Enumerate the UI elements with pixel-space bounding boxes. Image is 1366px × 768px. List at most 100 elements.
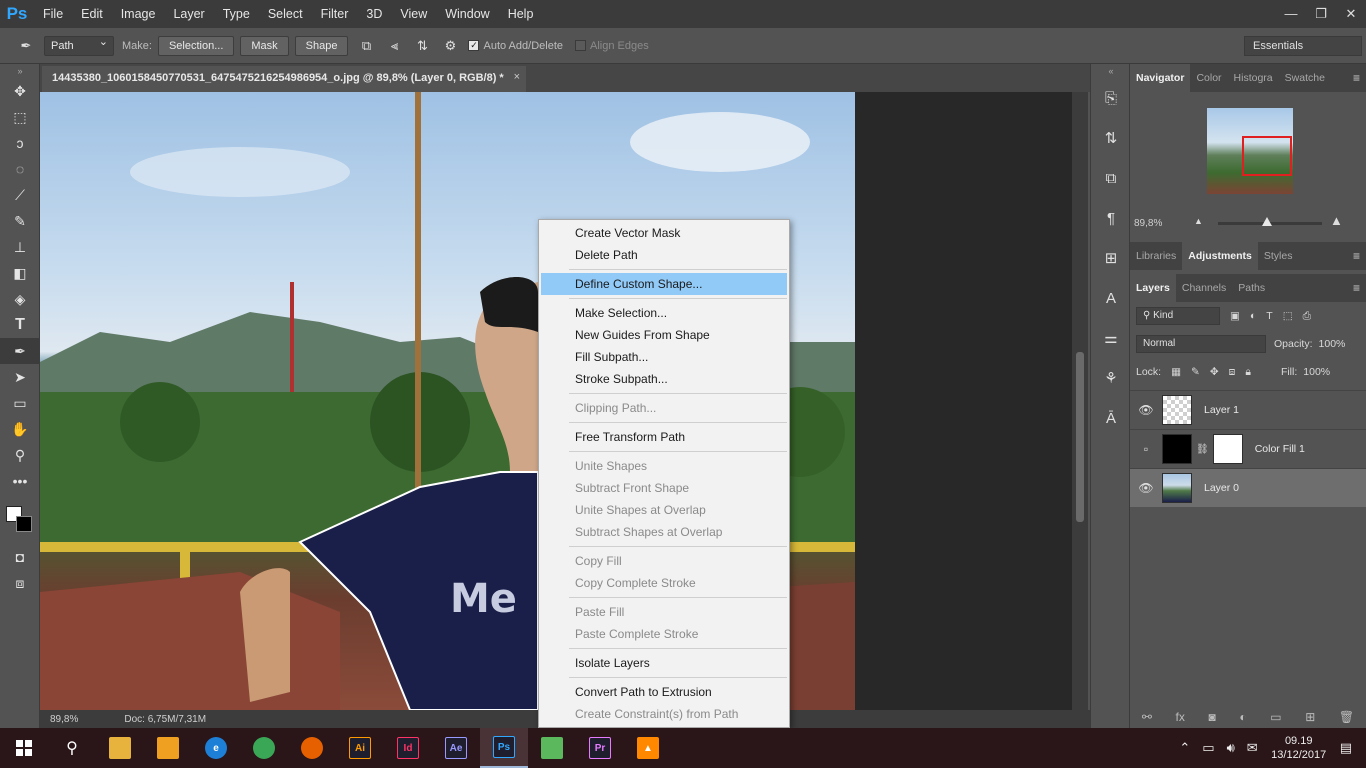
tool-presets-icon[interactable]: ⚌ [1091,318,1131,358]
panel-menu-icon[interactable]: ≡ [1353,242,1360,270]
marquee-tool-icon[interactable]: ⬚ [0,104,40,130]
status-zoom[interactable]: 89,8% [50,714,78,725]
brush-presets-icon[interactable]: ⇅ [1091,118,1131,158]
eyedropper-tool-icon[interactable]: ⟋ [0,182,40,208]
layer-thumbnail[interactable] [1162,395,1192,425]
panel-menu-icon[interactable]: ≡ [1353,64,1360,92]
windows-start-icon[interactable] [0,728,48,768]
ctx-item-define-custom-shape[interactable]: Define Custom Shape... [541,273,787,295]
eye-icon[interactable]: 👁︎ [1130,403,1162,417]
zoom-out-icon[interactable]: ▲ [1194,216,1203,226]
edge-icon[interactable]: e [192,728,240,768]
layer-row[interactable]: ▫ ⛓ Color Fill 1 [1130,429,1366,468]
pen-tool-preset-icon[interactable]: ✒ [16,36,36,56]
ctx-item-create-vector-mask[interactable]: Create Vector Mask [541,222,787,244]
panel-menu-icon[interactable]: ≡ [1353,274,1360,302]
file-explorer-icon[interactable] [96,728,144,768]
eye-icon[interactable]: 👁︎ [1130,481,1162,495]
filter-pixel-icon[interactable]: ▣ [1230,310,1240,322]
make-shape-button[interactable]: Shape [294,35,349,56]
workspace-select[interactable]: Essentials [1244,36,1362,56]
menu-layer[interactable]: Layer [164,0,213,28]
menu-help[interactable]: Help [499,0,543,28]
collapse-icon[interactable]: » [0,64,40,78]
tab-layers[interactable]: Layers [1130,274,1176,302]
photoshop-icon[interactable]: Ps [480,728,528,768]
menu-view[interactable]: View [391,0,436,28]
ctx-item-convert-path-to-extrusion[interactable]: Convert Path to Extrusion [541,681,787,703]
rectangle-tool-icon[interactable]: ▭ [0,390,40,416]
make-mask-button[interactable]: Mask [240,35,289,56]
layer-mask-thumbnail[interactable] [1212,434,1243,464]
menu-type[interactable]: Type [214,0,259,28]
trash-icon[interactable]: 🗑︎ [1339,710,1354,724]
fill-value[interactable]: 100% [1303,366,1330,378]
tab-adjustments[interactable]: Adjustments [1182,242,1258,270]
quick-mask-icon[interactable]: ◘ [0,544,40,570]
type-tool-icon[interactable]: T [0,312,40,338]
zoom-slider-handle[interactable] [1262,217,1272,226]
blend-mode-select[interactable]: Normal [1136,335,1266,353]
filter-adjustment-icon[interactable]: ◐ [1250,310,1256,322]
menu-file[interactable]: File [34,0,72,28]
pen-mode-select[interactable]: Path [44,35,114,56]
tab-navigator[interactable]: Navigator [1130,64,1191,92]
layer-row[interactable]: 👁︎ Layer 0 [1130,468,1366,507]
new-adjustment-icon[interactable]: ◐ [1239,710,1246,724]
new-layer-icon[interactable]: ⊞ [1305,710,1315,724]
ctx-item-fill-subpath[interactable]: Fill Subpath... [541,346,787,368]
history-icon[interactable]: ⎘ [1091,78,1131,118]
paint-bucket-tool-icon[interactable]: ◈ [0,286,40,312]
tab-styles[interactable]: Styles [1258,242,1299,270]
mask-link-icon[interactable]: ⛓ [1196,444,1209,455]
lock-artboard-icon[interactable]: ⧈ [1229,366,1236,379]
navigator-zoom-value[interactable]: 89,8% [1134,218,1162,229]
new-group-icon[interactable]: ▭ [1270,710,1281,724]
premiere-icon[interactable]: Pr [576,728,624,768]
ctx-item-delete-path[interactable]: Delete Path [541,244,787,266]
menu-image[interactable]: Image [112,0,165,28]
tab-channels[interactable]: Channels [1176,274,1232,302]
layer-style-icon[interactable]: fx [1176,710,1185,724]
filter-shape-icon[interactable]: ⬚ [1283,310,1293,322]
brush-tool-icon[interactable]: ✎ [0,208,40,234]
ctx-item-free-transform-path[interactable]: Free Transform Path [541,426,787,448]
glyphs-icon[interactable]: Ā [1091,398,1131,438]
layer-filter-select[interactable]: ⚲ Kind [1136,307,1220,325]
menu-filter[interactable]: Filter [312,0,358,28]
make-selection-button[interactable]: Selection... [157,35,235,56]
ctx-item-isolate-layers[interactable]: Isolate Layers [541,652,787,674]
path-selection-tool-icon[interactable]: ➤ [0,364,40,390]
ctx-item-make-selection[interactable]: Make Selection... [541,302,787,324]
store-icon[interactable] [144,728,192,768]
camtasia-icon[interactable] [528,728,576,768]
properties-icon[interactable]: ⊞ [1091,238,1131,278]
action-center-icon[interactable]: ▤ [1340,740,1352,756]
restore-button[interactable]: ❐ [1306,0,1336,28]
canvas-vertical-scrollbar[interactable] [1072,92,1088,710]
indesign-icon[interactable]: Id [384,728,432,768]
link-layers-icon[interactable]: ⚯ [1142,710,1152,724]
background-color[interactable] [16,516,32,532]
volume-icon[interactable]: 🔊︎ [1227,740,1235,756]
collapse-panels-icon[interactable]: « [1091,64,1131,78]
actions-icon[interactable]: ⚘ [1091,358,1131,398]
menu-window[interactable]: Window [436,0,498,28]
add-mask-icon[interactable]: ◙ [1208,710,1215,724]
lock-transparency-icon[interactable]: ▦ [1171,366,1181,378]
path-arrangement-icon[interactable]: ⇅ [412,36,432,56]
filter-type-icon[interactable]: T [1266,310,1272,322]
photoshop-logo[interactable]: Ps [0,0,34,28]
battery-icon[interactable]: ▭ [1202,740,1214,756]
network-icon[interactable]: ✉ [1247,740,1258,756]
navigator-view-box[interactable] [1242,136,1292,176]
hand-tool-icon[interactable]: ✋ [0,416,40,442]
lasso-tool-icon[interactable]: ↄ [0,130,40,156]
lock-position-icon[interactable]: ✥ [1210,366,1219,378]
close-window-button[interactable]: ✕ [1336,0,1366,28]
chrome-icon[interactable] [240,728,288,768]
layer-thumbnail[interactable] [1162,434,1192,464]
more-tools-icon[interactable]: ••• [0,468,40,494]
tab-color[interactable]: Color [1190,64,1227,92]
tab-histogra[interactable]: Histogra [1228,64,1279,92]
